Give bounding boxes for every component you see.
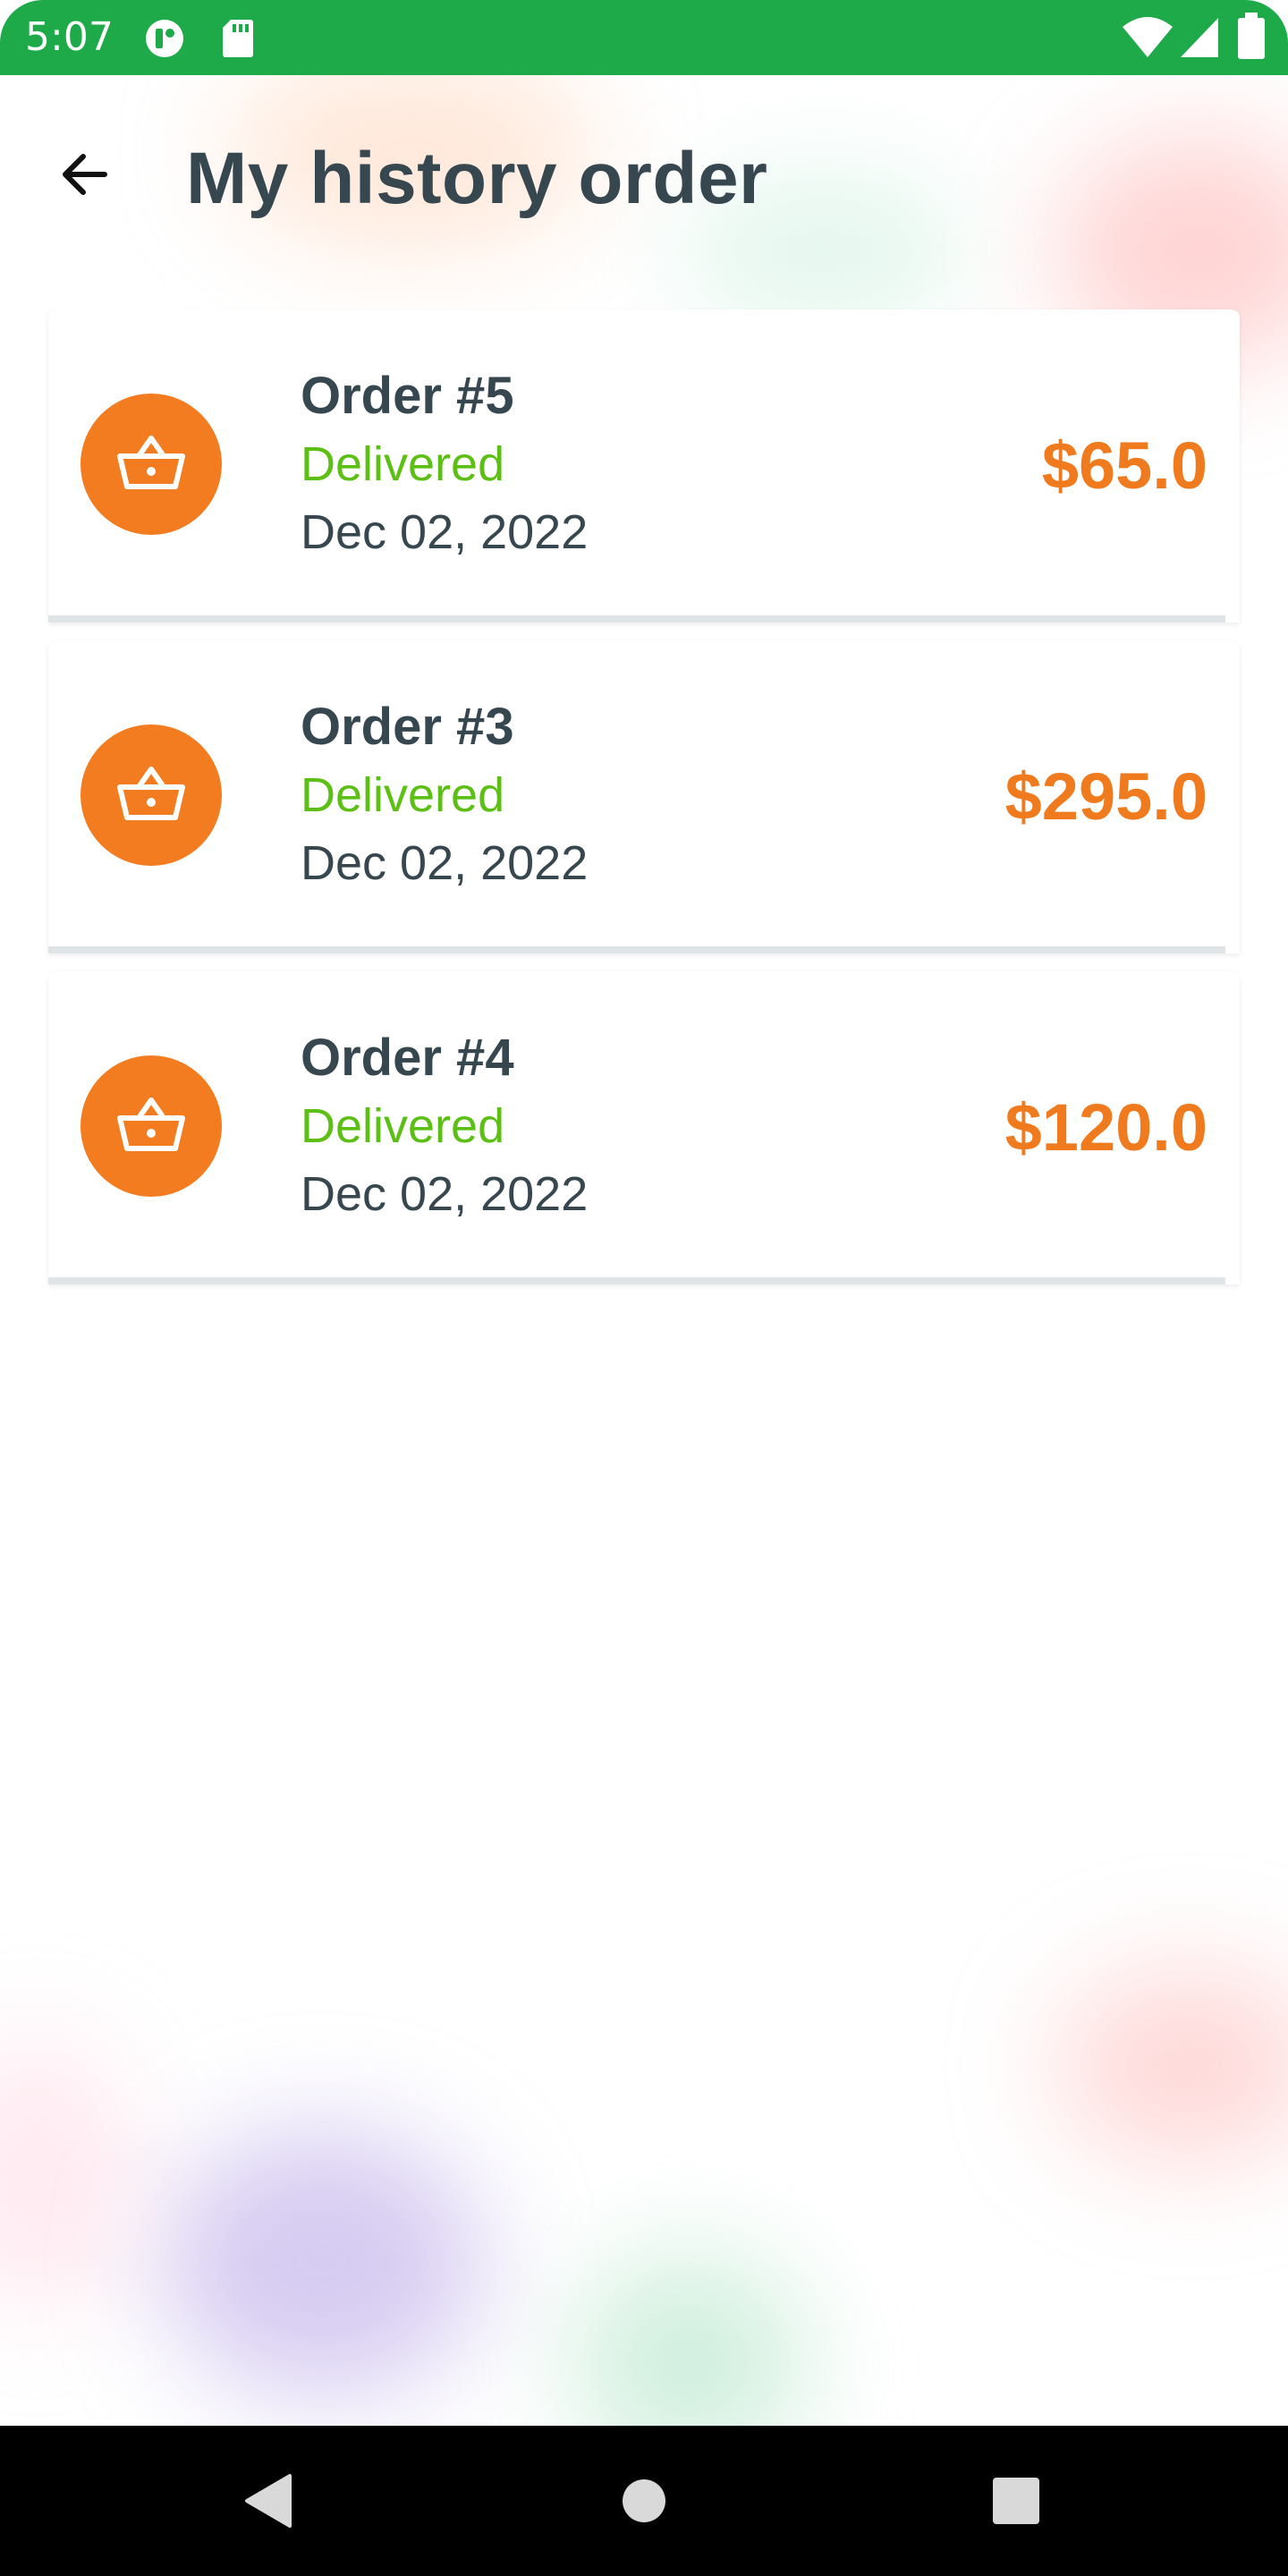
arrow-left-icon (63, 154, 107, 195)
order-date: Dec 02, 2022 (301, 505, 589, 559)
app-header: My history order (0, 98, 1288, 250)
back-button[interactable] (45, 134, 125, 215)
order-icon (80, 724, 222, 866)
basket-icon (117, 767, 185, 820)
order-total: $65.0 (1041, 428, 1208, 503)
basket-icon (117, 436, 185, 489)
order-total: $295.0 (1004, 759, 1208, 834)
order-name: Order #5 (301, 367, 514, 425)
order-card[interactable]: Order #4 Delivered Dec 02, 2022 $120.0 (48, 971, 1240, 1284)
order-date: Dec 02, 2022 (301, 836, 589, 890)
back-triangle-icon[interactable] (243, 2472, 293, 2529)
order-card[interactable]: Order #3 Delivered Dec 02, 2022 $295.0 (48, 640, 1240, 953)
sd-card-icon (223, 20, 253, 57)
order-name: Order #3 (301, 698, 514, 756)
order-name: Order #4 (301, 1029, 514, 1087)
order-list: Order #5 Delivered Dec 02, 2022 $65.0 Or… (48, 309, 1240, 1302)
divider (48, 946, 1225, 953)
notification-icon (146, 20, 183, 57)
wifi-icon (1123, 17, 1173, 57)
order-status: Delivered (301, 768, 505, 822)
battery-icon (1238, 13, 1265, 59)
background-blob (161, 2129, 483, 2397)
order-date: Dec 02, 2022 (301, 1167, 589, 1221)
signal-icon (1181, 18, 1218, 57)
app-screen: 5:07 My history order Order #5 Delivered… (0, 0, 1288, 2576)
system-nav-bar (0, 2426, 1288, 2576)
recents-square-icon[interactable] (991, 2476, 1041, 2526)
divider (48, 615, 1225, 623)
background-blob (1055, 1968, 1288, 2165)
divider (48, 1277, 1225, 1284)
order-total: $120.0 (1004, 1090, 1208, 1165)
basket-icon (117, 1097, 185, 1151)
order-icon (80, 1055, 222, 1197)
status-bar: 5:07 (0, 0, 1288, 75)
page-title: My history order (186, 138, 768, 219)
status-time: 5:07 (25, 14, 114, 60)
order-status: Delivered (301, 1099, 505, 1153)
home-circle-icon[interactable] (621, 2478, 667, 2524)
order-card[interactable]: Order #5 Delivered Dec 02, 2022 $65.0 (48, 309, 1240, 623)
background-blob (0, 2039, 125, 2308)
order-status: Delivered (301, 437, 505, 491)
order-icon (80, 394, 222, 535)
